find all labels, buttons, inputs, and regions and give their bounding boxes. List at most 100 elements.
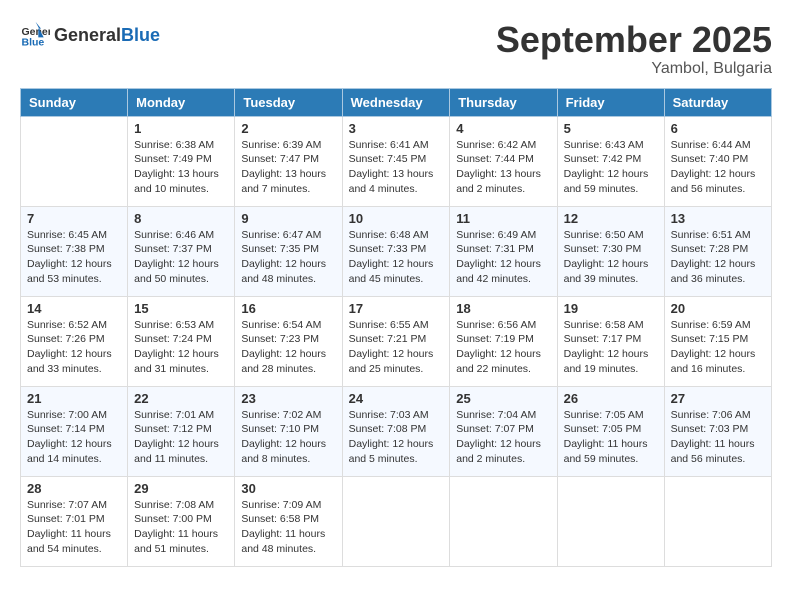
title-block: September 2025 Yambol, Bulgaria [496, 20, 772, 78]
calendar-cell: 16 Sunrise: 6:54 AM Sunset: 7:23 PM Dayli… [235, 296, 342, 386]
calendar-cell: 2 Sunrise: 6:39 AM Sunset: 7:47 PM Daylig… [235, 116, 342, 206]
day-info: Sunrise: 6:47 AM Sunset: 7:35 PM Dayligh… [241, 228, 335, 287]
calendar-cell: 1 Sunrise: 6:38 AM Sunset: 7:49 PM Daylig… [128, 116, 235, 206]
day-of-week-header: Sunday [21, 88, 128, 116]
day-info: Sunrise: 6:51 AM Sunset: 7:28 PM Dayligh… [671, 228, 765, 287]
day-number: 5 [564, 121, 658, 136]
day-of-week-header: Wednesday [342, 88, 450, 116]
calendar-cell: 28 Sunrise: 7:07 AM Sunset: 7:01 PM Dayli… [21, 476, 128, 566]
day-info: Sunrise: 7:05 AM Sunset: 7:05 PM Dayligh… [564, 408, 658, 467]
calendar-cell: 3 Sunrise: 6:41 AM Sunset: 7:45 PM Daylig… [342, 116, 450, 206]
calendar-cell: 12 Sunrise: 6:50 AM Sunset: 7:30 PM Dayli… [557, 206, 664, 296]
day-info: Sunrise: 7:01 AM Sunset: 7:12 PM Dayligh… [134, 408, 228, 467]
day-info: Sunrise: 6:50 AM Sunset: 7:30 PM Dayligh… [564, 228, 658, 287]
day-number: 3 [349, 121, 444, 136]
day-info: Sunrise: 6:48 AM Sunset: 7:33 PM Dayligh… [349, 228, 444, 287]
day-info: Sunrise: 6:55 AM Sunset: 7:21 PM Dayligh… [349, 318, 444, 377]
day-info: Sunrise: 6:44 AM Sunset: 7:40 PM Dayligh… [671, 138, 765, 197]
day-number: 19 [564, 301, 658, 316]
day-number: 20 [671, 301, 765, 316]
day-info: Sunrise: 6:58 AM Sunset: 7:17 PM Dayligh… [564, 318, 658, 377]
day-number: 10 [349, 211, 444, 226]
day-info: Sunrise: 7:07 AM Sunset: 7:01 PM Dayligh… [27, 498, 121, 557]
day-info: Sunrise: 7:02 AM Sunset: 7:10 PM Dayligh… [241, 408, 335, 467]
day-info: Sunrise: 6:59 AM Sunset: 7:15 PM Dayligh… [671, 318, 765, 377]
day-number: 17 [349, 301, 444, 316]
day-info: Sunrise: 7:04 AM Sunset: 7:07 PM Dayligh… [456, 408, 550, 467]
day-number: 25 [456, 391, 550, 406]
day-number: 12 [564, 211, 658, 226]
day-number: 6 [671, 121, 765, 136]
day-info: Sunrise: 6:49 AM Sunset: 7:31 PM Dayligh… [456, 228, 550, 287]
day-number: 15 [134, 301, 228, 316]
day-info: Sunrise: 6:54 AM Sunset: 7:23 PM Dayligh… [241, 318, 335, 377]
day-info: Sunrise: 7:00 AM Sunset: 7:14 PM Dayligh… [27, 408, 121, 467]
day-number: 26 [564, 391, 658, 406]
day-number: 4 [456, 121, 550, 136]
day-info: Sunrise: 7:03 AM Sunset: 7:08 PM Dayligh… [349, 408, 444, 467]
calendar-cell: 30 Sunrise: 7:09 AM Sunset: 6:58 PM Dayli… [235, 476, 342, 566]
calendar-cell: 24 Sunrise: 7:03 AM Sunset: 7:08 PM Dayli… [342, 386, 450, 476]
calendar-cell: 27Sunrise: 7:06 AM Sunset: 7:03 PM Dayli… [664, 386, 771, 476]
day-info: Sunrise: 6:53 AM Sunset: 7:24 PM Dayligh… [134, 318, 228, 377]
day-of-week-header: Tuesday [235, 88, 342, 116]
day-number: 16 [241, 301, 335, 316]
day-info: Sunrise: 6:38 AM Sunset: 7:49 PM Dayligh… [134, 138, 228, 197]
day-number: 2 [241, 121, 335, 136]
location: Yambol, Bulgaria [496, 60, 772, 78]
day-number: 18 [456, 301, 550, 316]
calendar-cell [450, 476, 557, 566]
day-info: Sunrise: 6:56 AM Sunset: 7:19 PM Dayligh… [456, 318, 550, 377]
day-number: 24 [349, 391, 444, 406]
day-info: Sunrise: 6:52 AM Sunset: 7:26 PM Dayligh… [27, 318, 121, 377]
day-info: Sunrise: 7:09 AM Sunset: 6:58 PM Dayligh… [241, 498, 335, 557]
day-info: Sunrise: 6:42 AM Sunset: 7:44 PM Dayligh… [456, 138, 550, 197]
day-number: 11 [456, 211, 550, 226]
calendar-week-row: 14 Sunrise: 6:52 AM Sunset: 7:26 PM Dayli… [21, 296, 772, 386]
calendar-cell: 29Sunrise: 7:08 AM Sunset: 7:00 PM Dayli… [128, 476, 235, 566]
day-of-week-header: Saturday [664, 88, 771, 116]
calendar-week-row: 7Sunrise: 6:45 AM Sunset: 7:38 PM Daylig… [21, 206, 772, 296]
calendar-cell [342, 476, 450, 566]
calendar-cell: 23 Sunrise: 7:02 AM Sunset: 7:10 PM Dayli… [235, 386, 342, 476]
calendar-cell: 14 Sunrise: 6:52 AM Sunset: 7:26 PM Dayli… [21, 296, 128, 386]
calendar-cell: 19 Sunrise: 6:58 AM Sunset: 7:17 PM Dayli… [557, 296, 664, 386]
day-of-week-header: Monday [128, 88, 235, 116]
day-number: 30 [241, 481, 335, 496]
day-number: 28 [27, 481, 121, 496]
calendar-cell: 9Sunrise: 6:47 AM Sunset: 7:35 PM Daylig… [235, 206, 342, 296]
calendar-cell: 11 Sunrise: 6:49 AM Sunset: 7:31 PM Dayli… [450, 206, 557, 296]
day-of-week-header: Thursday [450, 88, 557, 116]
calendar-cell: 22 Sunrise: 7:01 AM Sunset: 7:12 PM Dayli… [128, 386, 235, 476]
calendar-cell: 10 Sunrise: 6:48 AM Sunset: 7:33 PM Dayli… [342, 206, 450, 296]
calendar-cell: 17 Sunrise: 6:55 AM Sunset: 7:21 PM Dayli… [342, 296, 450, 386]
day-number: 23 [241, 391, 335, 406]
calendar-cell [557, 476, 664, 566]
day-info: Sunrise: 7:08 AM Sunset: 7:00 PM Dayligh… [134, 498, 228, 557]
day-of-week-header: Friday [557, 88, 664, 116]
day-number: 8 [134, 211, 228, 226]
calendar-cell: 21 Sunrise: 7:00 AM Sunset: 7:14 PM Dayli… [21, 386, 128, 476]
day-info: Sunrise: 6:46 AM Sunset: 7:37 PM Dayligh… [134, 228, 228, 287]
page-header: General Blue GeneralBlue September 2025 … [20, 20, 772, 78]
day-info: Sunrise: 6:41 AM Sunset: 7:45 PM Dayligh… [349, 138, 444, 197]
calendar-cell: 13Sunrise: 6:51 AM Sunset: 7:28 PM Dayli… [664, 206, 771, 296]
calendar-header-row: SundayMondayTuesdayWednesdayThursdayFrid… [21, 88, 772, 116]
calendar-cell: 26 Sunrise: 7:05 AM Sunset: 7:05 PM Dayli… [557, 386, 664, 476]
svg-text:Blue: Blue [22, 37, 45, 49]
calendar-week-row: 28 Sunrise: 7:07 AM Sunset: 7:01 PM Dayli… [21, 476, 772, 566]
day-number: 14 [27, 301, 121, 316]
day-number: 1 [134, 121, 228, 136]
day-number: 22 [134, 391, 228, 406]
day-info: Sunrise: 6:43 AM Sunset: 7:42 PM Dayligh… [564, 138, 658, 197]
logo-general-text: GeneralBlue [54, 25, 160, 46]
calendar-cell: 4 Sunrise: 6:42 AM Sunset: 7:44 PM Daylig… [450, 116, 557, 206]
day-info: Sunrise: 7:06 AM Sunset: 7:03 PM Dayligh… [671, 408, 765, 467]
calendar-week-row: 21 Sunrise: 7:00 AM Sunset: 7:14 PM Dayli… [21, 386, 772, 476]
calendar-cell: 20 Sunrise: 6:59 AM Sunset: 7:15 PM Dayli… [664, 296, 771, 386]
calendar-cell: 25 Sunrise: 7:04 AM Sunset: 7:07 PM Dayli… [450, 386, 557, 476]
logo: General Blue GeneralBlue [20, 20, 160, 50]
day-number: 21 [27, 391, 121, 406]
day-info: Sunrise: 6:39 AM Sunset: 7:47 PM Dayligh… [241, 138, 335, 197]
calendar-cell: 8 Sunrise: 6:46 AM Sunset: 7:37 PM Daylig… [128, 206, 235, 296]
